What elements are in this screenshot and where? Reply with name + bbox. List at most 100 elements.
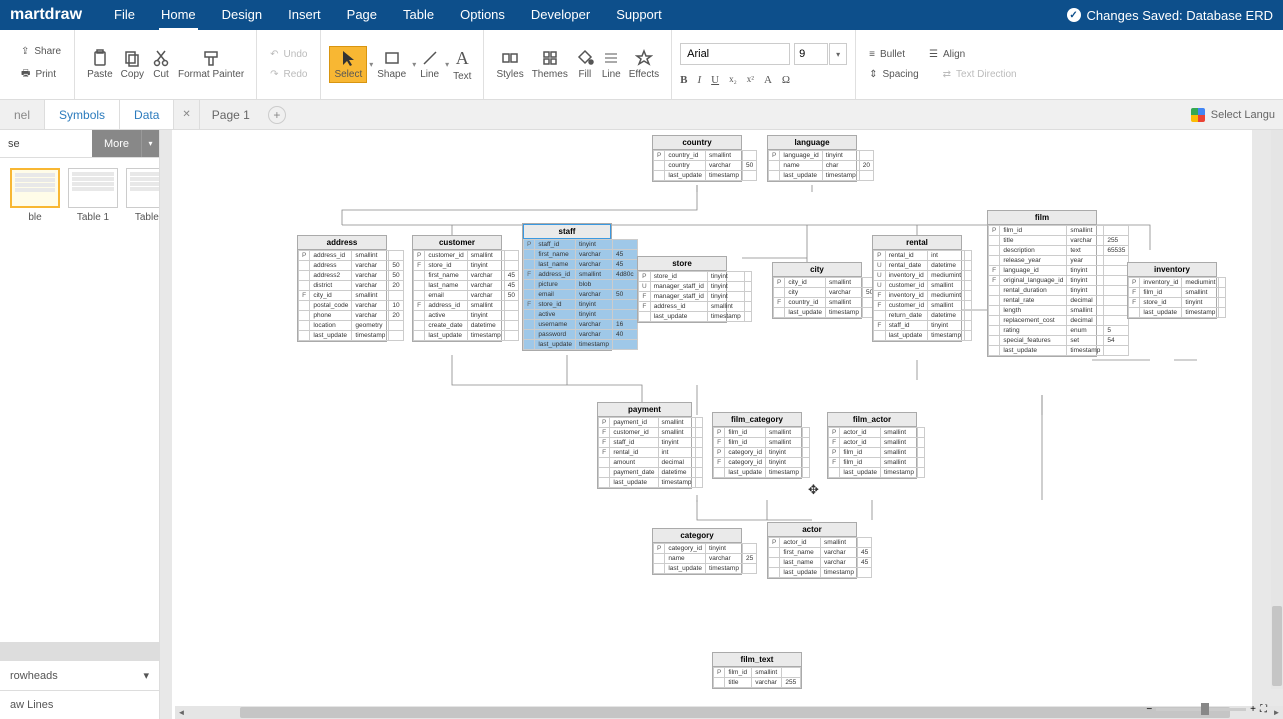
table-row[interactable]: Ucustomer_idsmallint xyxy=(874,281,972,291)
erd-table-address[interactable]: address Paddress_idsmallintaddressvarcha… xyxy=(297,235,387,342)
table-row[interactable]: Fstore_idtinyint xyxy=(1129,298,1226,308)
table-row[interactable]: last_updatetimestamp xyxy=(524,340,638,350)
table-row[interactable]: Prental_idint xyxy=(874,251,972,261)
table-row[interactable]: Pcity_idsmallint xyxy=(774,278,877,288)
horizontal-scrollbar[interactable]: ◄ ► xyxy=(175,706,1283,719)
undo-button[interactable]: ↶Undo xyxy=(265,46,312,63)
cut-button[interactable]: Cut xyxy=(148,47,174,82)
erd-table-rental[interactable]: rental Prental_idintUrental_datedatetime… xyxy=(872,235,962,342)
table-row[interactable]: create_datedatetime xyxy=(414,321,519,331)
erd-table-film_text[interactable]: film_text Pfilm_idsmallinttitlevarchar25… xyxy=(712,652,802,689)
zoom-control[interactable]: − + ⛶ xyxy=(1146,704,1267,715)
table-row[interactable]: Pcategory_idtinyint xyxy=(714,448,810,458)
table-row[interactable]: Ffilm_idsmallint xyxy=(829,458,925,468)
table-row[interactable]: first_namevarchar45 xyxy=(524,250,638,260)
line-style-button[interactable]: Line xyxy=(598,47,625,82)
table-row[interactable]: addressvarchar50 xyxy=(299,261,404,271)
table-row[interactable]: last_updatetimestamp xyxy=(639,312,752,322)
table-row[interactable]: Fcustomer_idsmallint xyxy=(599,428,703,438)
erd-table-city[interactable]: city Pcity_idsmallintcityvarchar50Fcount… xyxy=(772,262,862,319)
table-row[interactable]: Pinventory_idmediumint xyxy=(1129,278,1226,288)
table-row[interactable]: Pactor_idsmallint xyxy=(769,538,872,548)
table-row[interactable]: Pcountry_idsmallint xyxy=(654,151,757,161)
superscript-button[interactable]: x² xyxy=(747,74,754,86)
table-row[interactable]: last_namevarchar45 xyxy=(414,281,519,291)
table-row[interactable]: last_updatetimestamp xyxy=(414,331,519,341)
table-row[interactable]: Ffilm_idsmallint xyxy=(714,438,810,448)
font-select[interactable] xyxy=(680,43,790,65)
erd-table-actor[interactable]: actor Pactor_idsmallintfirst_namevarchar… xyxy=(767,522,857,579)
table-row[interactable]: titlevarchar255 xyxy=(989,236,1129,246)
erd-table-store[interactable]: store Pstore_idtinyintUmanager_staff_idt… xyxy=(637,256,727,323)
table-row[interactable]: Pfilm_idsmallint xyxy=(829,448,925,458)
table-row[interactable]: Uinventory_idmediumint xyxy=(874,271,972,281)
erd-table-header[interactable]: city xyxy=(773,263,861,277)
shape-table[interactable]: ble xyxy=(10,168,60,223)
italic-button[interactable]: I xyxy=(697,74,701,86)
shape-table2[interactable]: Table 2 xyxy=(126,168,160,223)
shape-tool[interactable]: Shape xyxy=(373,47,410,82)
symbol-button[interactable]: Ω xyxy=(782,74,790,86)
table-row[interactable]: phonevarchar20 xyxy=(299,311,404,321)
table-row[interactable]: payment_datedatetime xyxy=(599,468,703,478)
line-tool[interactable]: Line xyxy=(416,47,443,82)
app-logo[interactable]: martdraw xyxy=(10,6,82,24)
table-row[interactable]: Fmanager_staff_idtinyint xyxy=(639,292,752,302)
table-row[interactable]: Pfilm_idsmallint xyxy=(714,668,801,678)
table-row[interactable]: Pstore_idtinyint xyxy=(639,272,752,282)
table-row[interactable]: Faddress_idsmallint4d80c xyxy=(524,270,638,280)
table-row[interactable]: emailvarchar50 xyxy=(524,290,638,300)
scroll-left[interactable]: ◄ xyxy=(175,706,188,719)
more-dropdown[interactable]: ▾ xyxy=(141,130,159,157)
table-row[interactable]: last_updatetimestamp xyxy=(769,171,874,181)
table-row[interactable]: last_updatetimestamp xyxy=(989,346,1129,356)
data-tab[interactable]: Data xyxy=(120,100,174,129)
table-row[interactable]: Fstore_idtinyint xyxy=(524,300,638,310)
erd-table-header[interactable]: film xyxy=(988,211,1096,225)
bullet-button[interactable]: ≡Bullet xyxy=(864,46,910,63)
vertical-scrollbar[interactable] xyxy=(1271,130,1283,689)
table-row[interactable]: Frental_idint xyxy=(599,448,703,458)
table-row[interactable]: amountdecimal xyxy=(599,458,703,468)
menu-support[interactable]: Support xyxy=(614,1,664,30)
table-row[interactable]: Paddress_idsmallint xyxy=(299,251,404,261)
table-row[interactable]: Fcategory_idtinyint xyxy=(714,458,810,468)
table-row[interactable]: activetinyint xyxy=(524,310,638,320)
table-row[interactable]: Pfilm_idsmallint xyxy=(989,226,1129,236)
erd-table-inventory[interactable]: inventory Pinventory_idmediumintFfilm_id… xyxy=(1127,262,1217,319)
erd-table-language[interactable]: language Planguage_idtinyintnamechar20la… xyxy=(767,135,857,182)
erd-table-header[interactable]: rental xyxy=(873,236,961,250)
paste-button[interactable]: Paste xyxy=(83,47,117,82)
table-row[interactable]: return_datedatetime xyxy=(874,311,972,321)
erd-table-country[interactable]: country Pcountry_idsmallintcountryvarcha… xyxy=(652,135,742,182)
table-row[interactable]: usernamevarchar16 xyxy=(524,320,638,330)
table-row[interactable]: passwordvarchar40 xyxy=(524,330,638,340)
table-row[interactable]: address2varchar50 xyxy=(299,271,404,281)
bold-button[interactable]: B xyxy=(680,74,687,86)
erd-table-header[interactable]: store xyxy=(638,257,726,271)
effects-button[interactable]: Effects xyxy=(625,47,663,82)
erd-table-header[interactable]: country xyxy=(653,136,741,150)
more-button[interactable]: More xyxy=(92,130,141,157)
table-row[interactable]: Planguage_idtinyint xyxy=(769,151,874,161)
erd-table-header[interactable]: film_text xyxy=(713,653,801,667)
zoom-handle[interactable] xyxy=(1201,703,1209,715)
erd-table-staff[interactable]: staff Pstaff_idtinyintfirst_namevarchar4… xyxy=(522,223,612,351)
table-row[interactable]: Urental_datedatetime xyxy=(874,261,972,271)
table-row[interactable]: Pcategory_idtinyint xyxy=(654,544,757,554)
zoom-in[interactable]: + xyxy=(1250,704,1256,715)
erd-table-header[interactable]: language xyxy=(768,136,856,150)
erd-table-header[interactable]: film_category xyxy=(713,413,801,427)
table-row[interactable]: Fcustomer_idsmallint xyxy=(874,301,972,311)
canvas[interactable]: country Pcountry_idsmallintcountryvarcha… xyxy=(160,130,1283,719)
table-row[interactable]: rental_ratedecimal xyxy=(989,296,1129,306)
drawlines-section[interactable]: aw Lines xyxy=(0,690,159,719)
vscroll-thumb[interactable] xyxy=(1272,606,1282,686)
text-tool[interactable]: AText xyxy=(449,46,475,84)
size-dropdown[interactable]: ▾ xyxy=(829,43,847,65)
table-row[interactable]: Pactor_idsmallint xyxy=(829,428,925,438)
format-painter-button[interactable]: Format Painter xyxy=(174,47,248,82)
table-row[interactable]: last_namevarchar45 xyxy=(524,260,638,270)
erd-table-header[interactable]: category xyxy=(653,529,741,543)
table-row[interactable]: Finventory_idmediumint xyxy=(874,291,972,301)
